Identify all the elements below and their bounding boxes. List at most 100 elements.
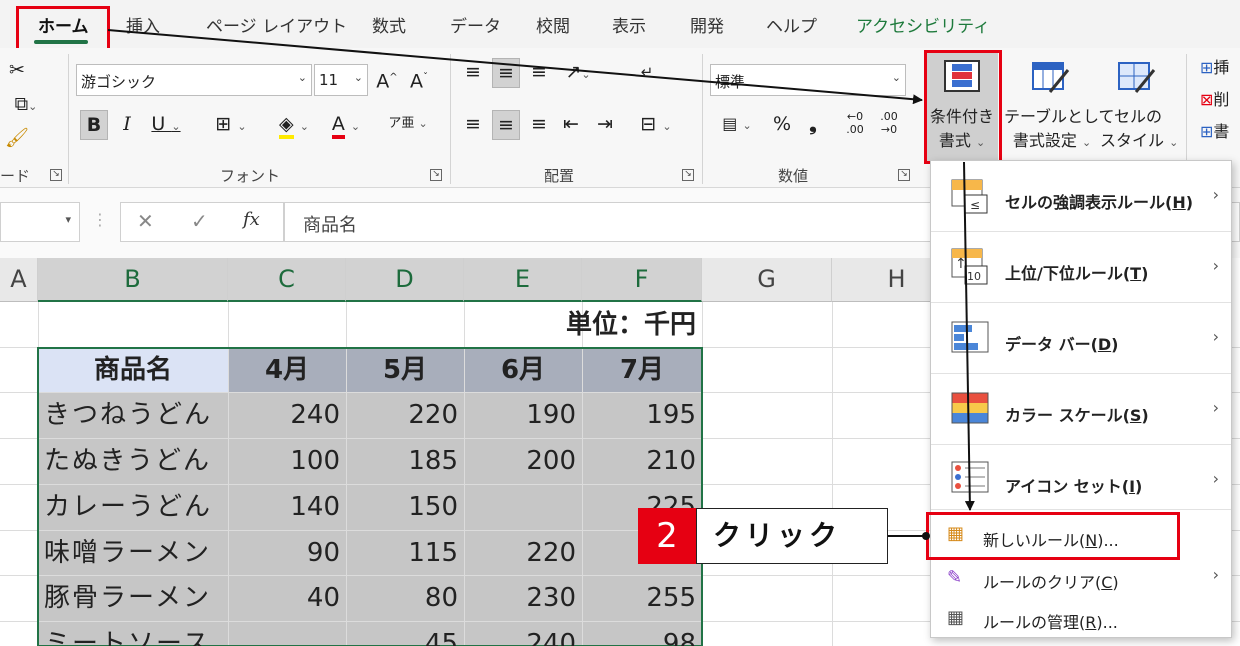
cut-icon[interactable]: ✂ xyxy=(4,56,30,86)
table-header-cell[interactable]: 6月 xyxy=(464,348,582,393)
table-cell[interactable]: 185 xyxy=(346,439,464,484)
number-launcher-icon[interactable]: ↘ xyxy=(898,169,910,181)
table-header-cell[interactable]: 5月 xyxy=(346,348,464,393)
format-cells-button[interactable]: ⊞書 xyxy=(1200,118,1240,148)
align-left-icon[interactable]: ≡ xyxy=(460,110,486,140)
table-cell[interactable]: 100 xyxy=(228,439,346,484)
comma-style-button[interactable]: ❟ xyxy=(802,110,824,140)
copy-icon[interactable]: ⧉⌄ xyxy=(4,90,48,120)
table-header-cell[interactable]: 商品名 xyxy=(38,348,228,393)
cancel-icon[interactable]: ✕ xyxy=(137,209,154,233)
table-cell[interactable]: 味噌ラーメン xyxy=(38,531,228,576)
table-cell[interactable]: 230 xyxy=(464,576,582,621)
table-cell[interactable]: 200 xyxy=(464,439,582,484)
table-cell[interactable]: きつねうどん xyxy=(38,393,228,438)
decrease-indent-icon[interactable]: ⇤ xyxy=(558,110,584,140)
borders-icon[interactable]: ⊞ ⌄ xyxy=(206,110,256,140)
table-cell[interactable]: 150 xyxy=(346,485,464,530)
menu-item-color-scale[interactable]: カラー スケール(S) › xyxy=(931,374,1231,444)
tab-page-layout[interactable]: ページ レイアウト xyxy=(206,12,347,37)
table-cell[interactable]: 210 xyxy=(582,439,702,484)
shrink-font-icon[interactable]: Aˇ xyxy=(406,64,432,94)
table-cell[interactable]: 195 xyxy=(582,393,702,438)
table-cell[interactable]: 豚骨ラーメン xyxy=(38,576,228,621)
merge-center-icon[interactable]: ⊟ ⌄ xyxy=(632,110,680,140)
menu-item-top-bottom-rules[interactable]: ↑ 10 上位/下位ルール(T) › xyxy=(931,232,1231,302)
tab-help[interactable]: ヘルプ xyxy=(766,12,817,37)
table-cell[interactable]: 220 xyxy=(464,531,582,576)
tab-accessibility[interactable]: アクセシビリティ xyxy=(856,12,990,37)
alignment-launcher-icon[interactable]: ↘ xyxy=(682,169,694,181)
align-center-icon[interactable]: ≡ xyxy=(492,110,520,140)
column-header-c[interactable]: C xyxy=(228,258,346,302)
tab-formulas[interactable]: 数式 xyxy=(372,12,406,37)
percent-button[interactable]: % xyxy=(768,110,796,140)
column-header-b[interactable]: B xyxy=(38,258,228,302)
tab-data[interactable]: データ xyxy=(450,12,501,37)
increase-decimal-icon[interactable]: ←0.00 xyxy=(840,110,870,140)
table-cell[interactable]: ミートソース xyxy=(38,622,228,646)
table-header-cell[interactable]: 4月 xyxy=(228,348,346,393)
table-cell[interactable]: たぬきうどん xyxy=(38,439,228,484)
wrap-text-icon[interactable]: ↵ xyxy=(632,58,662,88)
orientation-icon[interactable]: ↗⌄ xyxy=(556,58,600,88)
tab-view[interactable]: 表示 xyxy=(612,12,646,37)
menu-item-highlight-rules[interactable]: ≤ セルの強調表示ルール(H) › xyxy=(931,161,1231,231)
clipboard-launcher-icon[interactable]: ↘ xyxy=(50,169,62,181)
font-name-select[interactable]: 游ゴシック ⌄ xyxy=(76,64,312,96)
table-cell[interactable]: 140 xyxy=(228,485,346,530)
table-cell[interactable]: 240 xyxy=(228,393,346,438)
align-right-icon[interactable]: ≡ xyxy=(526,110,552,140)
menu-item-clear-rules[interactable]: ✎ ルールのクリア(C) › xyxy=(931,559,1231,597)
delete-cells-button[interactable]: ⊠削 xyxy=(1200,86,1240,116)
table-cell[interactable]: 240 xyxy=(464,622,582,646)
table-cell[interactable]: 255 xyxy=(582,576,702,621)
menu-item-data-bar[interactable]: データ バー(D) › xyxy=(931,303,1231,373)
table-header-cell[interactable]: 7月 xyxy=(582,348,702,393)
table-cell[interactable]: カレーうどん xyxy=(38,485,228,530)
increase-indent-icon[interactable]: ⇥ xyxy=(592,110,618,140)
table-cell[interactable]: 40 xyxy=(228,576,346,621)
unit-label[interactable]: 単位：千円 xyxy=(464,303,702,348)
insert-function-icon[interactable]: fx xyxy=(243,209,260,230)
number-format-select[interactable]: 標準 ⌄ xyxy=(710,64,906,96)
align-top-icon[interactable]: ≡ xyxy=(460,58,486,88)
cell-styles-button[interactable]: セルの スタイル ⌄ xyxy=(1100,52,1178,162)
accounting-format-icon[interactable]: ▤ ⌄ xyxy=(712,110,762,140)
column-header-e[interactable]: E xyxy=(464,258,582,302)
name-box[interactable]: ▾ xyxy=(0,202,80,242)
table-cell[interactable]: 80 xyxy=(346,576,464,621)
tab-insert[interactable]: 挿入 xyxy=(126,12,160,37)
table-cell[interactable] xyxy=(228,622,346,646)
column-header-d[interactable]: D xyxy=(346,258,464,302)
align-bottom-icon[interactable]: ≡ xyxy=(526,58,552,88)
menu-item-manage-rules[interactable]: ▦ ルールの管理(R)... xyxy=(931,599,1231,637)
font-size-select[interactable]: 11 ⌄ xyxy=(314,64,368,96)
align-middle-icon[interactable]: ≡ xyxy=(492,58,520,88)
bold-button[interactable]: B xyxy=(80,110,108,140)
table-cell[interactable]: 98 xyxy=(582,622,702,646)
fill-color-icon[interactable]: ◈ ⌄ xyxy=(268,110,320,140)
column-header-f[interactable]: F xyxy=(582,258,702,302)
table-cell[interactable] xyxy=(464,485,582,530)
table-cell[interactable]: 45 xyxy=(346,622,464,646)
tab-developer[interactable]: 開発 xyxy=(690,12,724,37)
table-cell[interactable]: 220 xyxy=(346,393,464,438)
table-cell[interactable]: 190 xyxy=(464,393,582,438)
menu-item-icon-set[interactable]: アイコン セット(I) › xyxy=(931,445,1231,509)
italic-button[interactable]: I xyxy=(116,110,138,140)
decrease-decimal-icon[interactable]: .00 →0 xyxy=(874,110,904,140)
enter-icon[interactable]: ✓ xyxy=(191,209,208,233)
font-color-icon[interactable]: A ⌄ xyxy=(322,110,370,140)
table-cell[interactable]: 90 xyxy=(228,531,346,576)
format-painter-icon[interactable]: 🖌 xyxy=(4,124,30,154)
insert-cells-button[interactable]: ⊞挿 xyxy=(1200,54,1240,84)
grow-font-icon[interactable]: A^ xyxy=(374,64,400,94)
column-header-a[interactable]: A xyxy=(0,258,38,302)
phonetic-icon[interactable]: ア亜 ⌄ xyxy=(384,110,432,140)
table-cell[interactable]: 115 xyxy=(346,531,464,576)
tab-review[interactable]: 校閲 xyxy=(536,12,570,37)
font-launcher-icon[interactable]: ↘ xyxy=(430,169,442,181)
format-as-table-button[interactable]: テーブルとして 書式設定 ⌄ xyxy=(1004,52,1115,162)
column-header-g[interactable]: G xyxy=(702,258,832,302)
